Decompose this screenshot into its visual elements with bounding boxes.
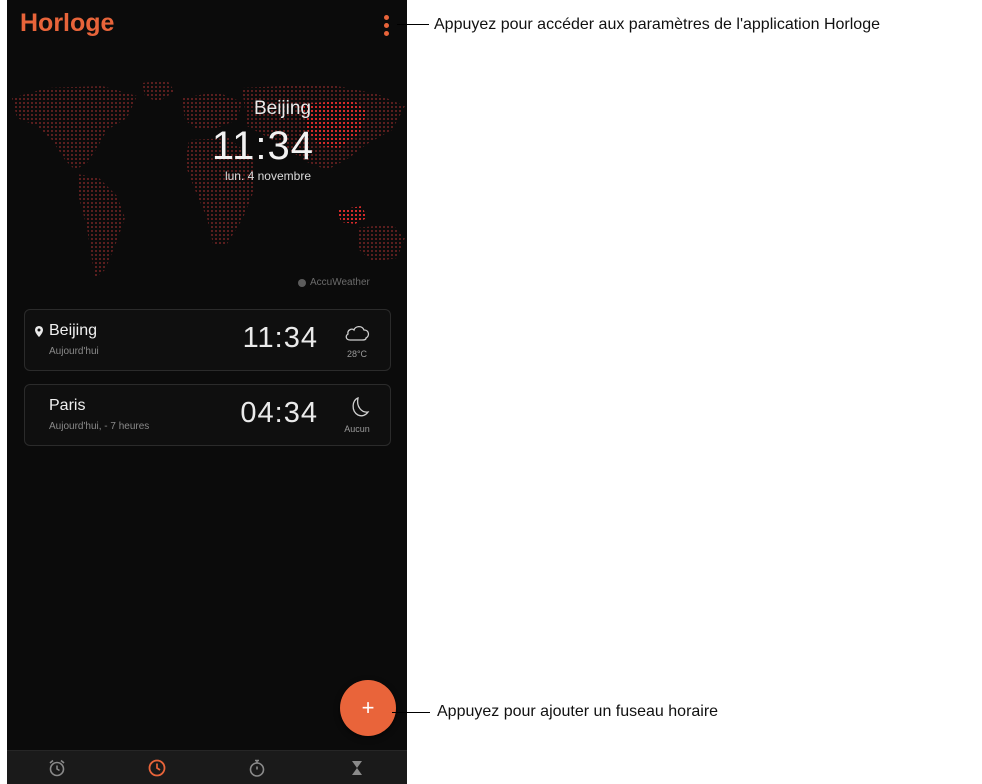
callout-menu-text: Appuyez pour accéder aux paramètres de l…: [434, 16, 880, 33]
add-timezone-button[interactable]: +: [340, 680, 396, 736]
tab-world-clock[interactable]: [127, 751, 187, 784]
clock-city: Beijing: [49, 322, 98, 339]
alarm-icon: [49, 759, 65, 777]
clock-day: Aujourd'hui: [49, 346, 99, 357]
app-title: Horloge: [20, 9, 115, 37]
tab-stopwatch[interactable]: [227, 751, 287, 784]
clock-time: 11:34: [242, 322, 318, 354]
bottom-nav: [7, 750, 407, 784]
clock-day: Aujourd'hui, - 7 heures: [49, 421, 150, 432]
clock-city: Paris: [49, 397, 86, 414]
hero-city: Beijing: [253, 98, 311, 119]
hero-time: 11:34: [211, 124, 314, 168]
phone-screen: Horloge Beijing 11:34 lun. 4 novembre Ac…: [7, 0, 407, 784]
clock-time: 04:34: [240, 397, 318, 429]
clock-card-paris[interactable]: Paris Aujourd'hui, - 7 heures 04:34 Aucu…: [24, 384, 391, 446]
weather-status: Aucun: [344, 424, 370, 434]
clock-card-beijing[interactable]: Beijing Aujourd'hui 11:34 28°C: [24, 309, 391, 371]
cloud-icon: [345, 325, 370, 341]
callout-line-add: [392, 712, 430, 713]
tab-alarm[interactable]: [27, 751, 87, 784]
accuweather-credit: AccuWeather: [298, 277, 370, 288]
callout-add-text: Appuyez pour ajouter un fuseau horaire: [437, 703, 719, 720]
accuweather-label: AccuWeather: [310, 277, 370, 288]
accuweather-logo-icon: [298, 278, 306, 287]
more-options-icon[interactable]: [379, 14, 395, 38]
stopwatch-icon: [249, 759, 265, 777]
moon-icon: [352, 397, 370, 417]
callout-line-menu: [397, 24, 429, 25]
world-clock-icon: [148, 759, 166, 777]
plus-icon: +: [361, 695, 375, 720]
tab-timer[interactable]: [327, 751, 387, 784]
location-pin-icon: [35, 326, 43, 337]
hero-date: lun. 4 novembre: [224, 169, 311, 183]
weather-temp: 28°C: [346, 349, 368, 359]
timer-icon: [352, 761, 362, 775]
